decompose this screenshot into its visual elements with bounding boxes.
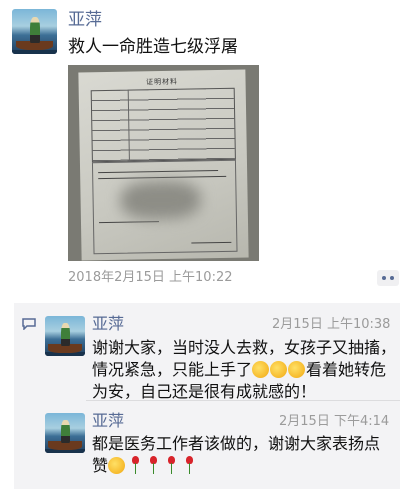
facepalm-emoji-icon xyxy=(270,361,288,378)
post-photo[interactable]: 证明材料 xyxy=(68,65,259,261)
rose-icon xyxy=(183,456,195,474)
comment-author-name[interactable]: 亚萍 xyxy=(92,314,124,334)
comment-text: 都是医务工作者该做的，谢谢大家表扬点 赞 xyxy=(92,434,381,475)
comment-text: 谢谢大家，当时没人去救，女孩子又抽搐， 情况紧急，只能上手了 看着她转危 为安，自… xyxy=(92,338,397,401)
rose-icon xyxy=(129,456,141,474)
post-text: 救人一命胜造七级浮屠 xyxy=(68,37,238,57)
certificate-document: 证明材料 xyxy=(78,69,249,261)
rose-icon xyxy=(165,456,177,474)
post-author-name[interactable]: 亚萍 xyxy=(68,10,102,30)
comment-avatar[interactable] xyxy=(45,413,85,453)
facepalm-emoji-icon xyxy=(288,361,306,378)
comment-time: 2月15日 下午4:14 xyxy=(279,414,390,429)
post-author-avatar[interactable] xyxy=(12,9,57,54)
comment-author-name[interactable]: 亚萍 xyxy=(92,411,124,431)
comment-time: 2月15日 上午10:38 xyxy=(272,317,391,332)
post-timestamp: 2018年2月15日 上午10:22 xyxy=(68,270,233,285)
rose-icon xyxy=(147,456,159,474)
comment-icon xyxy=(22,318,36,330)
smile-emoji-icon xyxy=(108,457,126,474)
more-actions-button[interactable] xyxy=(377,270,399,286)
certificate-title: 证明材料 xyxy=(145,77,179,87)
comment-divider xyxy=(86,400,400,401)
facepalm-emoji-icon xyxy=(252,361,270,378)
comment-avatar[interactable] xyxy=(45,316,85,356)
